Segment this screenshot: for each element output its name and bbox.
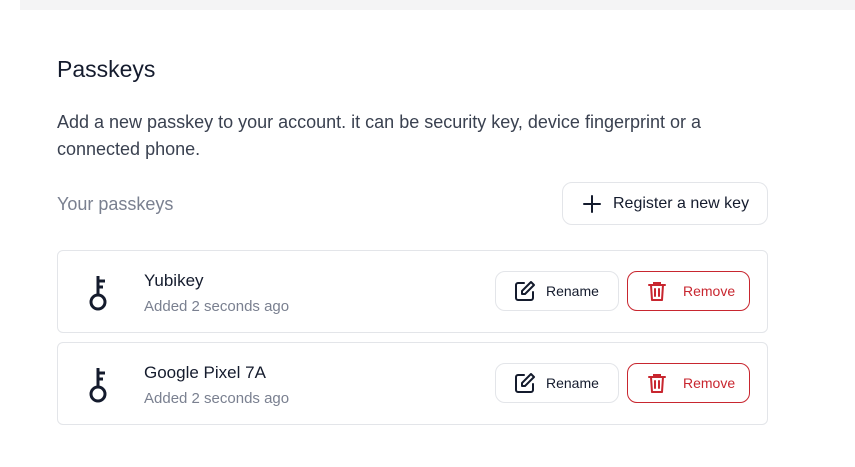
rename-button[interactable]: Rename — [495, 363, 619, 403]
remove-button[interactable]: Remove — [627, 271, 750, 311]
passkey-added-time: Added 2 seconds ago — [144, 298, 290, 315]
remove-button[interactable]: Remove — [627, 363, 750, 403]
rename-label: Rename — [546, 375, 599, 391]
passkey-added-time: Added 2 seconds ago — [144, 390, 290, 407]
key-icon — [89, 276, 107, 311]
passkey-name: Google Pixel 7A — [144, 363, 266, 382]
top-strip — [20, 0, 855, 10]
key-icon — [89, 368, 107, 403]
your-passkeys-heading: Your passkeys — [57, 194, 174, 214]
passkeys-description: Add a new passkey to your account. it ca… — [57, 112, 702, 159]
remove-label: Remove — [683, 283, 736, 299]
rename-button[interactable]: Rename — [495, 271, 619, 311]
edit-icon — [515, 281, 535, 301]
remove-label: Remove — [683, 375, 736, 391]
plus-icon — [583, 194, 601, 213]
edit-icon — [515, 373, 535, 393]
register-new-key-button[interactable]: Register a new key — [562, 182, 768, 225]
passkey-item: Google Pixel 7A Added 2 seconds ago Rena… — [57, 342, 768, 425]
passkey-item: Yubikey Added 2 seconds ago Rename Remov… — [57, 250, 768, 333]
passkey-name: Yubikey — [144, 271, 204, 290]
passkeys-header-row: Your passkeys Register a new key — [57, 182, 768, 228]
rename-label: Rename — [546, 283, 599, 299]
page-title: Passkeys — [57, 56, 156, 82]
trash-icon — [648, 374, 666, 393]
trash-icon — [648, 282, 666, 301]
passkeys-section: Passkeys Add a new passkey to your accou… — [57, 55, 768, 425]
register-button-label: Register a new key — [613, 194, 750, 212]
